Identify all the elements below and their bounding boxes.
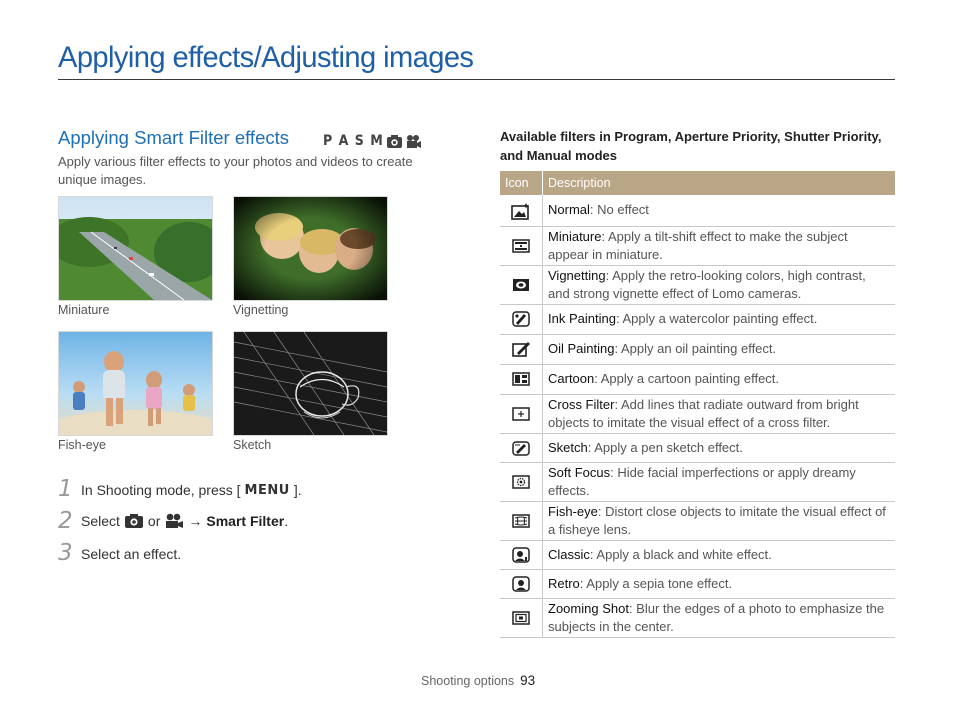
table-row: Ink Painting: Apply a watercolor paintin… (500, 304, 895, 335)
sample-caption: Sketch (233, 438, 272, 452)
table-row: Normal: No effect (500, 195, 895, 227)
smart-auto-icon (386, 134, 402, 148)
step-number: 1 (58, 476, 73, 502)
soft-focus-filter-icon (512, 475, 530, 489)
miniature-filter-icon (512, 239, 530, 253)
zooming-shot-filter-icon (512, 611, 530, 625)
filter-description: : Apply an oil painting effect. (614, 341, 777, 356)
filter-description: : Apply a watercolor painting effect. (615, 311, 818, 326)
menu-key: MENU (244, 482, 290, 498)
table-row: Vignetting: Apply the retro-looking colo… (500, 265, 895, 305)
table-row: Zooming Shot: Blur the edges of a photo … (500, 598, 895, 638)
filter-name: Normal (548, 202, 590, 218)
filter-description: : No effect (589, 202, 649, 218)
table-header-row: Icon Description (500, 171, 895, 195)
fisheye-sample-photo (58, 331, 213, 436)
cartoon-filter-icon (512, 372, 530, 387)
normal-filter-icon (511, 202, 529, 220)
sample-caption: Vignetting (233, 303, 289, 317)
vignetting-sample-photo (233, 196, 388, 301)
step-text: ]. (293, 482, 302, 498)
filter-name: Classic (548, 546, 590, 562)
ink-painting-filter-icon (512, 311, 530, 328)
page-footer: Shooting options 93 (421, 673, 535, 688)
filter-name: Cross Filter (548, 396, 615, 412)
sample-caption: Fish-eye (58, 438, 106, 452)
table-row: Oil Painting: Apply an oil painting effe… (500, 334, 895, 365)
sketch-filter-icon (512, 441, 530, 456)
filter-name: Oil Painting (548, 341, 615, 356)
mode-icons: P A S M (323, 132, 422, 150)
step-text: In Shooting mode, press [ (81, 482, 241, 498)
table-row: Soft Focus: Hide facial imperfections or… (500, 462, 895, 502)
retro-filter-icon (512, 576, 530, 592)
filter-name: Fish-eye (548, 503, 598, 519)
table-row: Classic: Apply a black and white effect. (500, 540, 895, 570)
movie-icon (406, 134, 421, 148)
filter-name: Soft Focus (548, 464, 611, 480)
table-row: Fish-eye: Distort close objects to imita… (500, 501, 895, 541)
table-row: Cartoon: Apply a cartoon painting effect… (500, 364, 895, 395)
column-header-icon: Icon (500, 171, 543, 195)
filter-description: : Apply a pen sketch effect. (587, 439, 743, 455)
fisheye-filter-icon (512, 514, 530, 528)
camera-icon (124, 514, 143, 528)
step-emphasis: Smart Filter (206, 513, 285, 529)
table-row: Retro: Apply a sepia tone effect. (500, 569, 895, 599)
page-number: 93 (520, 673, 536, 688)
arrow-glyph: → (188, 513, 203, 529)
filter-name: Cartoon (548, 371, 595, 386)
filter-name: Miniature (548, 228, 602, 244)
filters-table: Icon Description Normal: No effect Minia… (500, 171, 895, 638)
section-heading: Applying Smart Filter effects (58, 127, 289, 148)
table-row: Miniature: Apply a tilt-shift effect to … (500, 226, 895, 266)
cross-filter-icon (512, 407, 530, 421)
step-text: Select an effect. (81, 546, 182, 562)
oil-painting-filter-icon (512, 342, 530, 358)
filter-name: Zooming Shot (548, 600, 629, 616)
table-heading: Available filters in Program, Aperture P… (500, 129, 882, 163)
footer-section: Shooting options (421, 674, 515, 688)
step-number: 2 (58, 508, 73, 534)
vignetting-filter-icon (513, 278, 529, 291)
classic-filter-icon (512, 547, 530, 563)
table-row: Cross Filter: Add lines that radiate out… (500, 394, 895, 434)
step-text: or (147, 513, 161, 529)
filter-description: : Apply a cartoon painting effect. (594, 371, 780, 386)
filter-name: Ink Painting (548, 311, 616, 326)
filter-description: : Distort close objects to imitate the v… (548, 503, 886, 537)
intro-text: Apply various filter effects to your pho… (58, 154, 413, 187)
mode-letters: P A S M (323, 133, 384, 149)
filter-description: : Apply a black and white effect. (589, 546, 772, 562)
step-text: Select (81, 513, 120, 529)
column-header-description: Description (542, 171, 895, 195)
filter-description: : Apply a sepia tone effect. (579, 575, 733, 591)
title-divider (58, 79, 895, 80)
sample-caption: Miniature (58, 303, 110, 317)
page-title: Applying effects/Adjusting images (58, 41, 474, 74)
miniature-sample-photo (58, 196, 213, 301)
table-row: Sketch: Apply a pen sketch effect. (500, 433, 895, 463)
sketch-sample-photo (233, 331, 388, 436)
step-text: . (284, 513, 289, 529)
filter-name: Sketch (548, 439, 588, 455)
step-number: 3 (58, 540, 73, 566)
movie-icon (166, 513, 184, 528)
filter-name: Retro (548, 575, 580, 591)
filter-name: Vignetting (548, 267, 606, 283)
